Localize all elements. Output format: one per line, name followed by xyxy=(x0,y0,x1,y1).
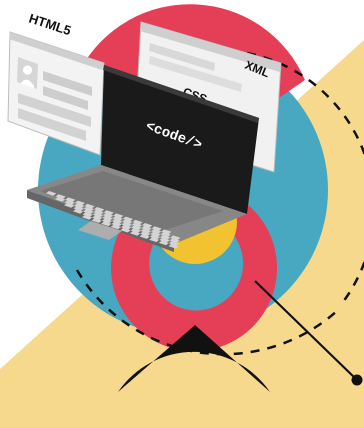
connector-node-icon xyxy=(351,374,363,386)
html5-label: HTML5 xyxy=(27,11,73,39)
tech-illustration: HTML5 XML CSS <code/> xyxy=(0,0,364,428)
html5-browser-card: HTML5 xyxy=(7,11,105,156)
profile-head-icon xyxy=(22,65,33,75)
illustration-svg: HTML5 XML CSS <code/> xyxy=(0,4,364,428)
